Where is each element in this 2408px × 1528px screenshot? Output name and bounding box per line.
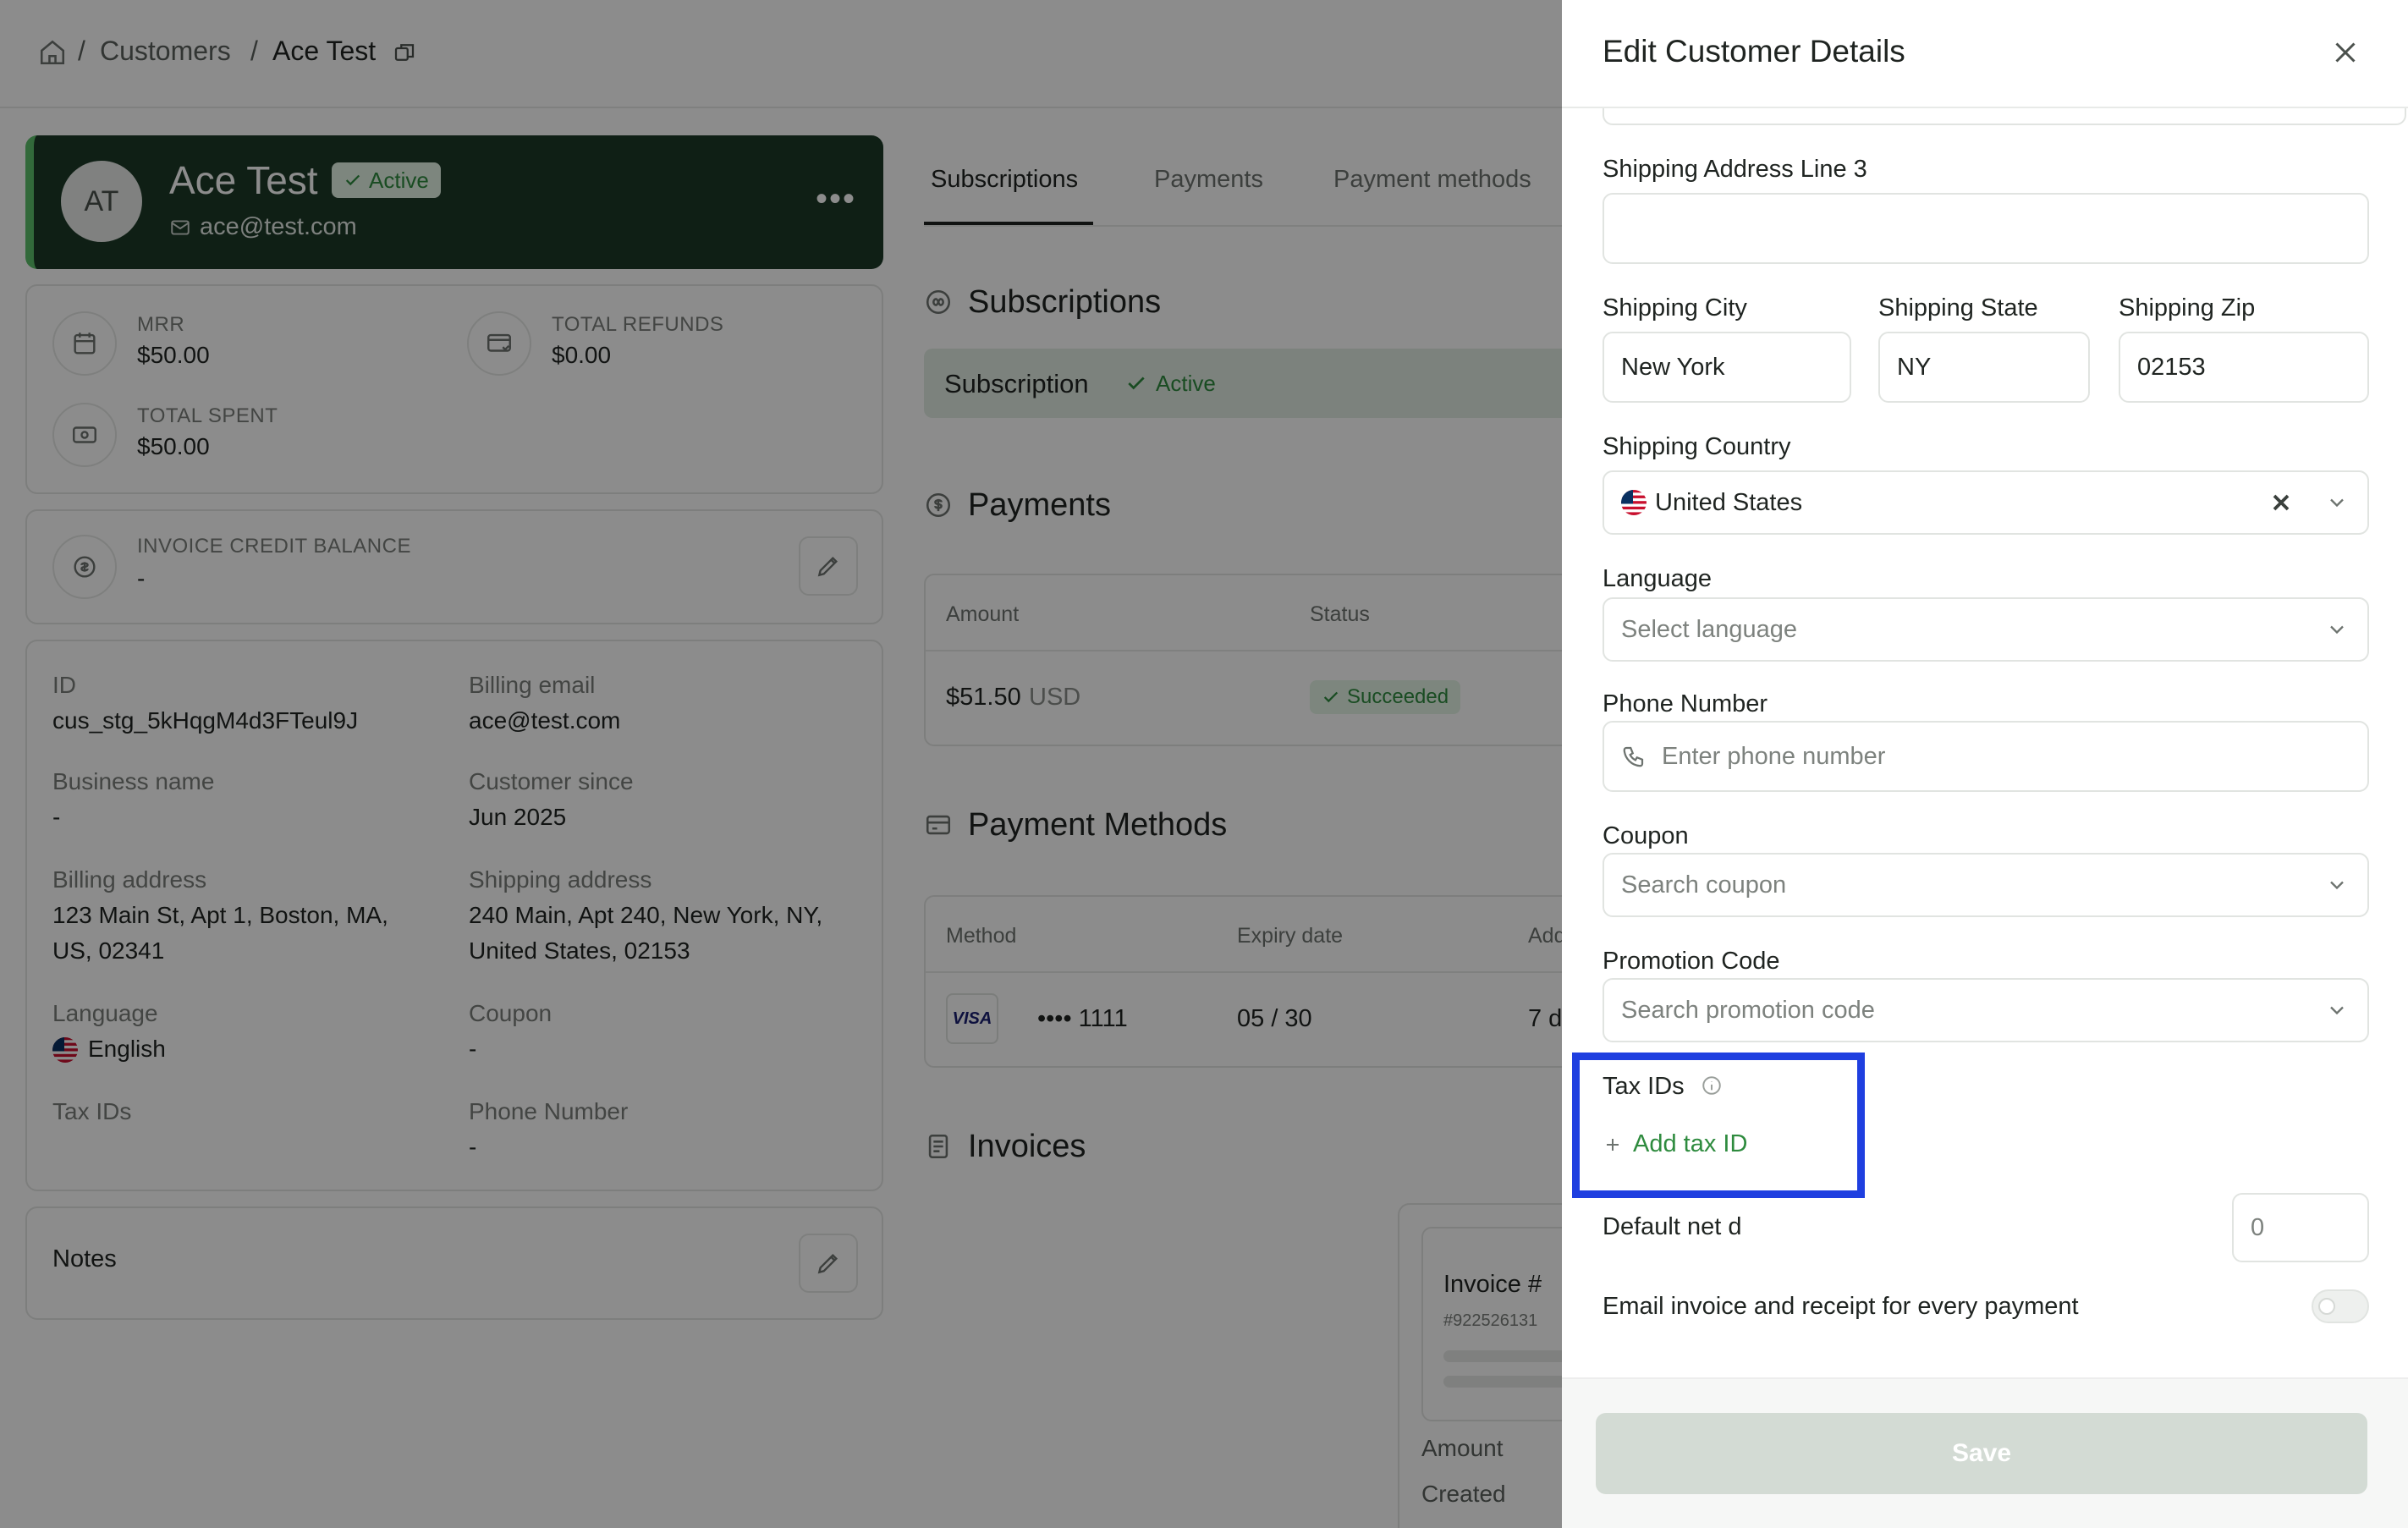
- phone-number-input[interactable]: Enter phone number: [1603, 721, 2369, 792]
- modal-overlay[interactable]: [0, 0, 1562, 1528]
- edit-customer-drawer: Edit Customer Details Shipping Address L…: [1562, 0, 2408, 1528]
- language-select[interactable]: Select language: [1603, 597, 2369, 662]
- default-net-days-input[interactable]: 0: [2232, 1193, 2369, 1262]
- chevron-down-icon[interactable]: [2325, 998, 2349, 1022]
- shipping-state-input[interactable]: NY: [1878, 332, 2090, 403]
- clear-icon[interactable]: [2268, 489, 2295, 516]
- coupon-select[interactable]: Search coupon: [1603, 853, 2369, 917]
- chevron-down-icon[interactable]: [2325, 618, 2349, 641]
- scrolled-field-edge: [1603, 108, 2406, 125]
- promotion-code-select[interactable]: Search promotion code: [1603, 978, 2369, 1042]
- chevron-down-icon[interactable]: [2325, 873, 2349, 897]
- highlight-box: [1572, 1053, 1865, 1198]
- phone-icon: [1621, 744, 1647, 769]
- shipping-country-select[interactable]: United States: [1603, 470, 2369, 535]
- close-icon[interactable]: [2327, 34, 2364, 71]
- drawer-title: Edit Customer Details: [1603, 34, 1905, 69]
- shipping-city-input[interactable]: New York: [1603, 332, 1851, 403]
- chevron-down-icon[interactable]: [2325, 491, 2349, 514]
- shipping-address-line3-input[interactable]: [1603, 193, 2369, 264]
- save-button[interactable]: Save: [1596, 1413, 2367, 1494]
- us-flag-icon: [1621, 490, 1647, 515]
- email-invoice-toggle[interactable]: [2312, 1289, 2369, 1323]
- shipping-zip-input[interactable]: 02153: [2119, 332, 2369, 403]
